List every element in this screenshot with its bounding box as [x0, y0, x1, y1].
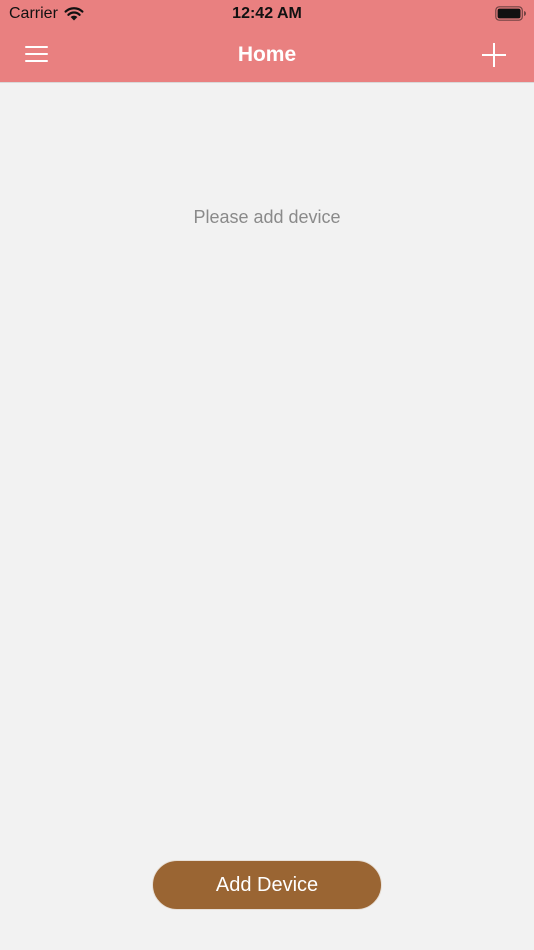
battery-icon [495, 6, 526, 21]
plus-icon [482, 43, 506, 67]
status-time: 12:42 AM [232, 5, 302, 22]
status-bar: Carrier 12:42 AM [0, 0, 534, 28]
empty-state-message: Please add device [193, 207, 341, 227]
add-button[interactable] [474, 35, 514, 75]
navigation-bar: Home [0, 28, 534, 82]
app-header: Carrier 12:42 AM Home [0, 0, 534, 83]
add-device-button[interactable]: Add Device [152, 860, 382, 910]
home-screen: Carrier 12:42 AM Home Please add device … [0, 0, 534, 950]
page-title: Home [237, 43, 297, 66]
